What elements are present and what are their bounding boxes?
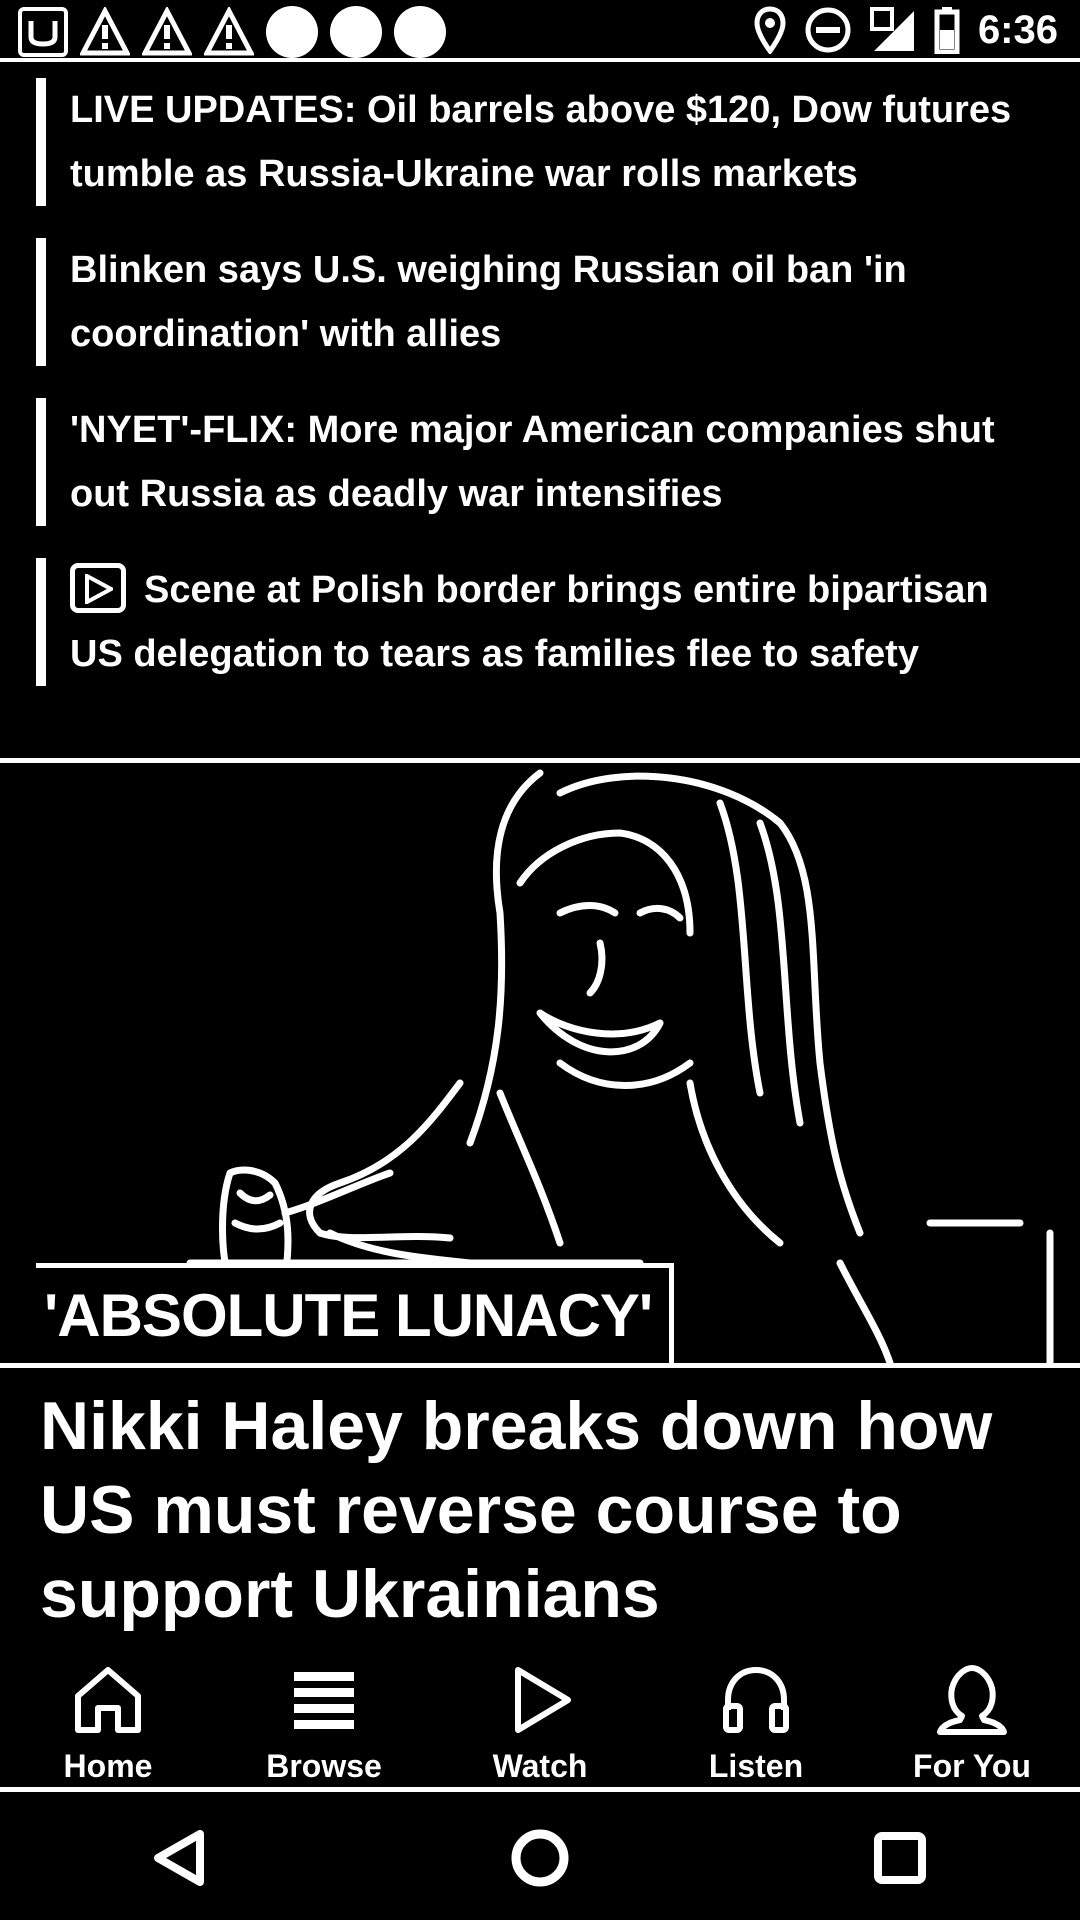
hero-title[interactable]: Nikki Haley breaks down how US must reve… [40, 1384, 1050, 1636]
status-right-icons: 6:36 [754, 6, 1058, 54]
nav-label: Listen [708, 1748, 804, 1784]
headline-text: Blinken says U.S. weighing Russian oil b… [70, 249, 907, 355]
nav-label: Browse [266, 1748, 382, 1784]
warning-icon [204, 7, 254, 56]
nav-label: For You [913, 1748, 1031, 1784]
nav-listen[interactable]: Listen [656, 1660, 856, 1785]
headline-text: Scene at Polish border brings entire bip… [70, 569, 989, 675]
nav-label: Watch [492, 1748, 588, 1784]
headline-item[interactable]: Scene at Polish border brings entire bip… [36, 558, 1046, 686]
home-icon [75, 1667, 141, 1733]
headline-list: LIVE UPDATES: Oil barrels above $120, Do… [36, 78, 1046, 718]
headline-item[interactable]: Blinken says U.S. weighing Russian oil b… [36, 238, 1046, 366]
hero-story[interactable]: 'ABSOLUTE LUNACY' [0, 758, 1080, 1368]
do-not-disturb-icon [805, 7, 851, 53]
hero-badge: 'ABSOLUTE LUNACY' [36, 1263, 674, 1363]
system-recents-button[interactable] [840, 1803, 960, 1913]
clock: 6:36 [977, 7, 1058, 52]
notification-dot-icon [266, 6, 318, 58]
headline-text: LIVE UPDATES: Oil barrels above $120, Do… [70, 89, 1012, 195]
notification-dot-icon [330, 6, 382, 58]
nav-home[interactable]: Home [8, 1660, 208, 1785]
headline-item[interactable]: 'NYET'-FLIX: More major American compani… [36, 398, 1046, 526]
notification-dot-icon [394, 6, 446, 58]
hero-badge-text: 'ABSOLUTE LUNACY' [44, 1282, 653, 1349]
location-icon [754, 6, 786, 54]
nav-for-you[interactable]: For You [872, 1660, 1072, 1785]
status-bar: 6:36 [0, 0, 1080, 62]
recents-icon [874, 1832, 926, 1884]
nav-browse[interactable]: Browse [224, 1660, 424, 1785]
status-left-icons [18, 6, 446, 58]
app-notification-icon [18, 7, 68, 57]
headline-item[interactable]: LIVE UPDATES: Oil barrels above $120, Do… [36, 78, 1046, 206]
person-icon [937, 1665, 1007, 1735]
nav-label: Home [63, 1748, 153, 1784]
warning-icon [80, 7, 130, 56]
warning-icon [142, 7, 192, 56]
system-back-button[interactable] [120, 1803, 240, 1913]
system-nav-bar [0, 1796, 1080, 1920]
headphones-icon [723, 1666, 789, 1733]
back-icon [154, 1830, 204, 1886]
headline-text: 'NYET'-FLIX: More major American compani… [70, 409, 995, 515]
browse-icon [294, 1672, 354, 1729]
system-home-button[interactable] [480, 1803, 600, 1913]
bottom-nav: Home Browse Watch Listen For You [0, 1646, 1080, 1792]
home-circle-icon [511, 1829, 569, 1887]
video-icon [70, 562, 126, 613]
battery-icon [934, 7, 960, 54]
play-icon [515, 1667, 571, 1733]
signal-icon [869, 7, 915, 53]
nav-watch[interactable]: Watch [440, 1660, 640, 1785]
